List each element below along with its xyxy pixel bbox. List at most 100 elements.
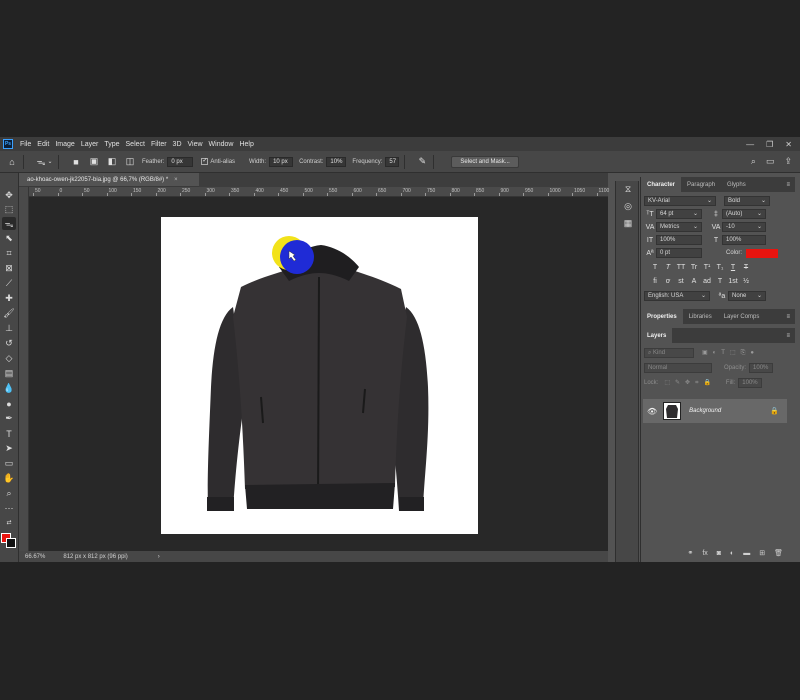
new-layer-icon[interactable]: ⊞ bbox=[759, 549, 765, 557]
lasso-tool-icon[interactable]: ᯓ bbox=[2, 217, 16, 230]
canvas-area[interactable] bbox=[29, 197, 608, 551]
history-icon[interactable]: ⧖ bbox=[616, 181, 640, 198]
tab-paragraph[interactable]: Paragraph bbox=[681, 177, 721, 192]
tab-glyphs[interactable]: Glyphs bbox=[721, 177, 752, 192]
stylistic-alternates-button[interactable]: ad bbox=[702, 278, 712, 285]
underline-button[interactable]: T bbox=[728, 264, 738, 271]
tracking-input[interactable]: -10 ⌄ bbox=[722, 222, 766, 232]
workspace-icon[interactable]: ▭ bbox=[766, 156, 775, 167]
antialias-method-select[interactable]: None ⌄ bbox=[728, 291, 766, 301]
restore-button[interactable]: ❐ bbox=[766, 140, 773, 149]
zoom-level[interactable]: 66.67% bbox=[25, 554, 45, 560]
share-icon[interactable]: ⇪ bbox=[784, 156, 792, 167]
layer-name[interactable]: Background bbox=[689, 408, 721, 414]
frame-tool-icon[interactable]: ⊠ bbox=[2, 262, 16, 275]
layer-row[interactable]: 👁 Background 🔒 bbox=[643, 399, 787, 423]
horizontal-scale-input[interactable]: 100% bbox=[722, 235, 766, 245]
ligatures-button[interactable]: fi bbox=[650, 278, 660, 285]
ordinals-button[interactable]: 1st bbox=[728, 278, 738, 285]
minimize-button[interactable]: — bbox=[746, 140, 754, 149]
baseline-shift-input[interactable]: 0 pt bbox=[656, 248, 702, 258]
layer-filter-icons[interactable]: ▣◐T⬚⎘● bbox=[702, 349, 759, 357]
more-tools-icon[interactable]: ⋯ bbox=[2, 502, 16, 515]
font-family-select[interactable]: KV-Arial ⌄ bbox=[644, 196, 716, 206]
faux-italic-button[interactable]: T bbox=[663, 264, 673, 271]
dodge-tool-icon[interactable]: ● bbox=[2, 397, 16, 410]
tab-layer-comps[interactable]: Layer Comps bbox=[718, 309, 766, 324]
antialias-checkbox[interactable]: ✓ bbox=[201, 158, 209, 165]
feather-input[interactable]: 0 px bbox=[167, 156, 194, 167]
pen-tool-icon[interactable]: ✒ bbox=[2, 412, 16, 425]
gradient-tool-icon[interactable]: ▤ bbox=[2, 367, 16, 380]
crop-tool-icon[interactable]: ⌗ bbox=[2, 247, 16, 260]
swash-button[interactable]: A bbox=[689, 278, 699, 285]
quick-selection-tool-icon[interactable]: ⬉ bbox=[2, 232, 16, 245]
path-selection-tool-icon[interactable]: ➤ bbox=[2, 442, 16, 455]
new-selection-icon[interactable]: ■ bbox=[70, 156, 82, 168]
swatches-icon[interactable]: ▦ bbox=[616, 215, 640, 232]
width-input[interactable]: 10 px bbox=[269, 156, 294, 167]
font-style-select[interactable]: Bold ⌄ bbox=[724, 196, 770, 206]
swap-colors-icon[interactable]: ⇄ bbox=[2, 516, 16, 529]
menu-layer[interactable]: Layer bbox=[78, 141, 102, 148]
link-layers-icon[interactable]: ⚭ bbox=[687, 549, 693, 557]
layer-style-icon[interactable]: fx bbox=[702, 550, 707, 557]
menu-help[interactable]: Help bbox=[236, 141, 256, 148]
kerning-select[interactable]: Metrics ⌄ bbox=[656, 222, 702, 232]
fill-input[interactable]: 100% bbox=[738, 378, 763, 388]
healing-brush-tool-icon[interactable]: ✚ bbox=[2, 292, 16, 305]
type-tool-icon[interactable]: T bbox=[2, 427, 16, 440]
all-caps-button[interactable]: TT bbox=[676, 264, 686, 271]
menu-view[interactable]: View bbox=[185, 141, 206, 148]
search-icon[interactable]: ⌕ bbox=[751, 156, 756, 167]
discretionary-ligatures-button[interactable]: st bbox=[676, 278, 686, 285]
close-button[interactable]: ✕ bbox=[785, 140, 792, 149]
subtract-selection-icon[interactable]: ◧ bbox=[106, 156, 118, 168]
menu-3d[interactable]: 3D bbox=[170, 141, 185, 148]
magnetic-lasso-icon[interactable]: ᯓ bbox=[35, 156, 47, 168]
pen-pressure-icon[interactable]: ✎ bbox=[416, 156, 428, 168]
faux-bold-button[interactable]: T bbox=[650, 264, 660, 271]
eraser-tool-icon[interactable]: ◇ bbox=[2, 352, 16, 365]
tab-properties[interactable]: Properties bbox=[641, 309, 683, 324]
status-arrow-icon[interactable]: › bbox=[158, 554, 160, 560]
fractions-button[interactable]: ½ bbox=[741, 278, 751, 285]
leading-input[interactable]: (Auto) ⌄ bbox=[722, 209, 766, 219]
document-tab[interactable]: ao-khoac-owen-jk22057-bia.jpg @ 66,7% (R… bbox=[19, 173, 199, 187]
menu-type[interactable]: Type bbox=[101, 141, 122, 148]
menu-filter[interactable]: Filter bbox=[148, 141, 170, 148]
tab-character[interactable]: Character bbox=[641, 177, 682, 192]
tab-libraries[interactable]: Libraries bbox=[683, 309, 718, 324]
blend-mode-select[interactable]: Normal bbox=[644, 363, 712, 373]
intersect-selection-icon[interactable]: ◫ bbox=[124, 156, 136, 168]
frequency-input[interactable]: 57 bbox=[385, 156, 400, 167]
layer-filter-select[interactable]: ⌕ Kind bbox=[644, 348, 694, 358]
contrast-input[interactable]: 10% bbox=[326, 156, 347, 167]
adjustment-layer-icon[interactable]: ◐ bbox=[730, 550, 734, 557]
zoom-tool-icon[interactable]: ⌕ bbox=[2, 487, 16, 500]
subscript-button[interactable]: T₁ bbox=[715, 264, 725, 271]
marquee-tool-icon[interactable]: ⬚ bbox=[2, 203, 16, 216]
font-size-input[interactable]: 64 pt ⌄ bbox=[656, 209, 702, 219]
opacity-input[interactable]: 100% bbox=[749, 363, 774, 373]
panel-menu-icon[interactable]: ≡ bbox=[786, 314, 790, 320]
home-icon[interactable]: ⌂ bbox=[6, 156, 18, 168]
layer-mask-icon[interactable]: ◙ bbox=[717, 550, 721, 557]
menu-file[interactable]: File bbox=[17, 141, 34, 148]
vertical-scale-input[interactable]: 100% bbox=[656, 235, 702, 245]
history-brush-tool-icon[interactable]: ↺ bbox=[2, 337, 16, 350]
add-selection-icon[interactable]: ▣ bbox=[88, 156, 100, 168]
new-group-icon[interactable]: ▬ bbox=[743, 550, 750, 557]
rectangle-tool-icon[interactable]: ▭ bbox=[2, 457, 16, 470]
menu-window[interactable]: Window bbox=[206, 141, 237, 148]
menu-select[interactable]: Select bbox=[123, 141, 148, 148]
delete-layer-icon[interactable]: 🗑 bbox=[774, 549, 783, 557]
language-select[interactable]: English: USA ⌄ bbox=[644, 291, 710, 301]
select-and-mask-button[interactable]: Select and Mask... bbox=[451, 155, 519, 168]
blur-tool-icon[interactable]: 💧 bbox=[2, 382, 16, 395]
lock-icons[interactable]: ⬚✎✥⌗🔒 bbox=[664, 379, 716, 387]
brush-tool-icon[interactable]: 🖌 bbox=[2, 307, 16, 320]
titling-alternates-button[interactable]: T bbox=[715, 278, 725, 285]
panel-menu-icon[interactable]: ≡ bbox=[786, 333, 790, 339]
eye-icon[interactable]: 👁 bbox=[647, 407, 657, 416]
